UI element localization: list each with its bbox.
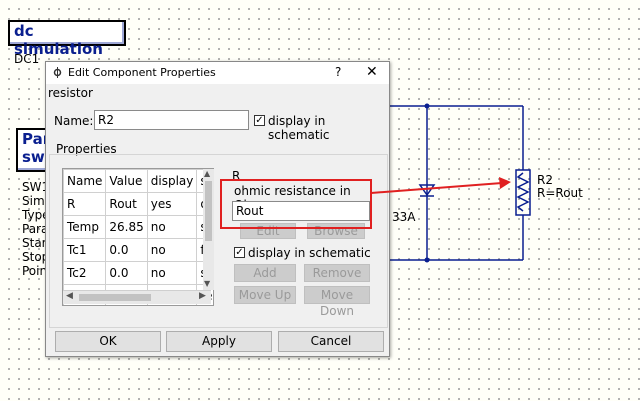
annotation-arrow [370, 182, 503, 194]
annotation-arrowhead-icon [499, 177, 511, 189]
annotation-highlight-box [220, 179, 372, 229]
annotation-overlay [220, 177, 511, 229]
